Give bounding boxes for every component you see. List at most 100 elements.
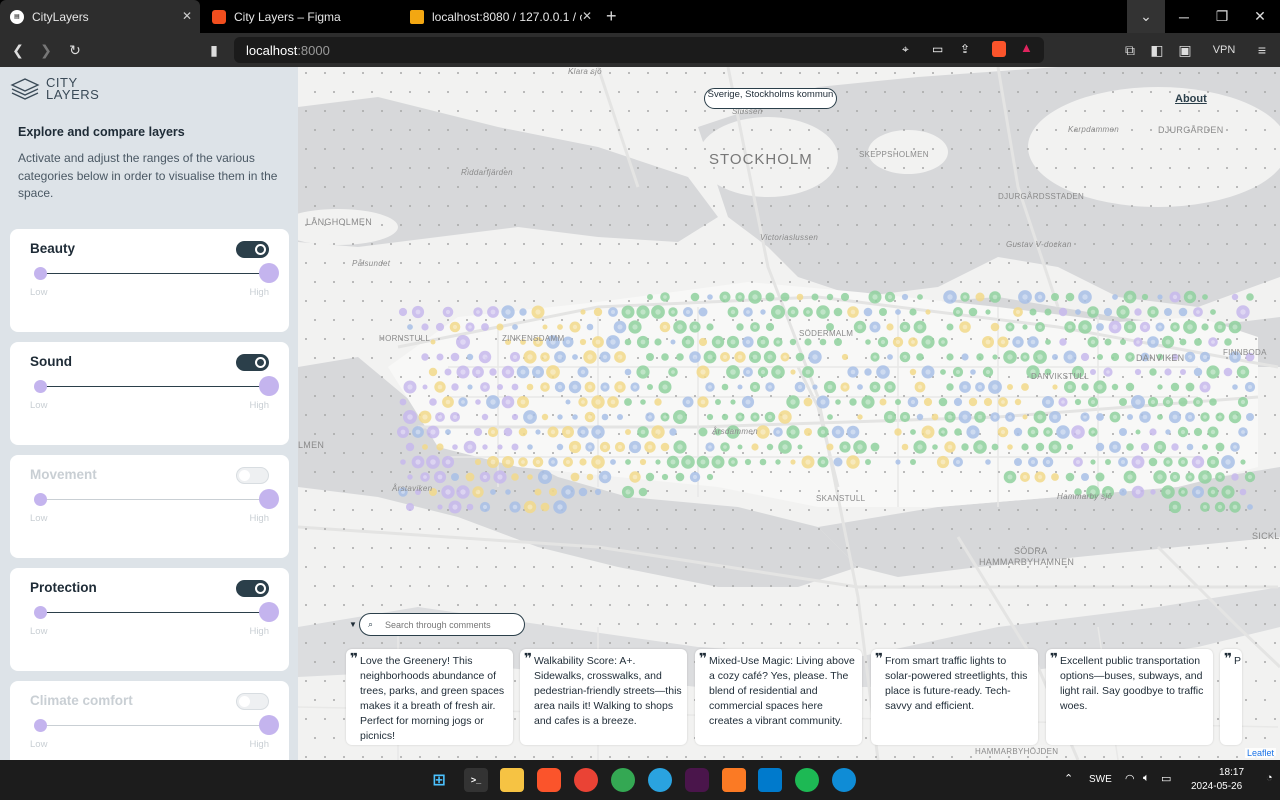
clock-date[interactable]: 2024-05-26	[1191, 781, 1242, 792]
grid-dot	[599, 167, 601, 169]
grid-dot	[827, 547, 829, 549]
leaflet-attribution-link[interactable]: Leaflet	[1244, 748, 1276, 758]
grid-dot	[837, 490, 839, 492]
comment-card[interactable]: ❞ Mixed-Use Magic: Living above a cozy c…	[695, 649, 862, 745]
map-view[interactable]: Klara sjö STOCKHOLM SKEPPSHOLMEN DJURGÅR…	[298, 67, 1280, 760]
wallet-icon[interactable]: ▣	[1173, 33, 1197, 67]
tab-phpmyadmin[interactable]: localhost:8080 / 127.0.0.1 / citylayer ✕	[400, 0, 600, 33]
range-slider[interactable]	[34, 263, 279, 283]
xampp-icon[interactable]	[722, 768, 746, 792]
back-icon[interactable]: ❮	[6, 33, 30, 67]
layer-name: Movement	[30, 467, 97, 482]
range-slider[interactable]	[34, 715, 279, 735]
grid-dot	[960, 395, 962, 397]
grid-dot	[305, 186, 307, 188]
brave-browser-icon[interactable]	[537, 768, 561, 792]
tab-search-chevron-icon[interactable]: ⌄	[1127, 0, 1165, 33]
new-tab-button[interactable]: +	[606, 6, 617, 27]
volume-icon[interactable]: 🔈︎	[1143, 772, 1150, 785]
comment-card[interactable]: ❞ Excellent public transportation option…	[1046, 649, 1213, 745]
range-low-handle[interactable]	[34, 267, 47, 280]
notifications-icon[interactable]: ◔	[1266, 772, 1273, 784]
grid-dot	[1217, 72, 1219, 74]
minimize-button[interactable]: ─	[1165, 0, 1203, 33]
range-low-handle[interactable]	[34, 606, 47, 619]
battery-icon[interactable]: ▭	[1161, 772, 1171, 785]
windows-start-icon[interactable]: ⊞	[427, 768, 451, 792]
menu-icon[interactable]: ≡	[1250, 33, 1274, 67]
brave-rewards-icon[interactable]: ▲	[1020, 40, 1033, 55]
grid-dot	[533, 756, 535, 758]
range-high-handle[interactable]	[259, 263, 279, 283]
location-pin-icon[interactable]: ⌖	[902, 42, 909, 57]
forward-icon[interactable]: ❯	[34, 33, 58, 67]
reload-icon[interactable]: ↻	[63, 33, 87, 67]
layer-toggle[interactable]	[236, 467, 269, 484]
range-high-handle[interactable]	[259, 602, 279, 622]
layer-data-dot	[765, 292, 775, 302]
chevron-up-icon[interactable]: ⌃	[1064, 772, 1073, 785]
terminal-icon[interactable]: >_	[464, 768, 488, 792]
telegram-icon[interactable]	[648, 768, 672, 792]
grid-dot	[1160, 148, 1162, 150]
range-high-handle[interactable]	[259, 376, 279, 396]
layer-toggle[interactable]	[236, 354, 269, 371]
comment-card[interactable]: ❞ P	[1220, 649, 1242, 745]
tab-figma[interactable]: City Layers – Figma	[202, 0, 398, 33]
range-low-handle[interactable]	[34, 719, 47, 732]
comment-card[interactable]: ❞ From smart traffic lights to solar-pow…	[871, 649, 1038, 745]
collapse-comments-icon[interactable]: ▼	[349, 620, 357, 629]
layer-toggle[interactable]	[236, 693, 269, 710]
clock-time[interactable]: 18:17	[1219, 767, 1244, 778]
close-window-button[interactable]: ✕	[1241, 0, 1279, 33]
grid-dot	[884, 509, 886, 511]
grid-dot	[1122, 72, 1124, 74]
extensions-icon[interactable]: ⧉	[1118, 33, 1142, 67]
edge-icon[interactable]	[832, 768, 856, 792]
close-tab-icon[interactable]: ✕	[582, 9, 592, 23]
wifi-icon[interactable]: ◠	[1125, 772, 1135, 785]
grid-dot	[1084, 452, 1086, 454]
range-high-handle[interactable]	[259, 715, 279, 735]
sidebar-toggle-icon[interactable]: ◧	[1145, 33, 1169, 67]
grid-dot	[1255, 376, 1257, 378]
range-low-handle[interactable]	[34, 380, 47, 393]
tab-citylayers[interactable]: ▤ CityLayers ✕	[0, 0, 200, 33]
close-tab-icon[interactable]: ✕	[182, 9, 192, 23]
share-icon[interactable]: ⇪	[960, 42, 970, 56]
slack-icon[interactable]	[685, 768, 709, 792]
range-low-handle[interactable]	[34, 493, 47, 506]
language-indicator[interactable]: SWE	[1089, 774, 1112, 785]
range-slider[interactable]	[34, 602, 279, 622]
range-slider[interactable]	[34, 376, 279, 396]
brave-shields-icon[interactable]	[992, 41, 1006, 57]
range-high-handle[interactable]	[259, 489, 279, 509]
layer-data-dot	[601, 413, 609, 421]
maximize-button[interactable]: ❐	[1203, 0, 1241, 33]
comment-card[interactable]: ❞ Walkability Score: A+. Sidewalks, cros…	[520, 649, 687, 745]
cast-icon[interactable]: ▭	[932, 42, 943, 56]
chrome-icon[interactable]	[611, 768, 635, 792]
grid-dot	[770, 623, 772, 625]
layer-toggle[interactable]	[236, 241, 269, 258]
grid-dot	[694, 129, 696, 131]
grid-dot	[1198, 186, 1200, 188]
comment-card[interactable]: ❞ Love the Greenery! This neighborhoods …	[346, 649, 513, 745]
spotify-icon[interactable]	[795, 768, 819, 792]
address-bar[interactable]: localhost:8000 ⌖ ▭ ⇪ ▲	[234, 37, 1044, 63]
chrome-dev-icon[interactable]	[574, 768, 598, 792]
grid-dot	[1226, 205, 1228, 207]
grid-dot	[371, 319, 373, 321]
layer-data-dot	[422, 444, 428, 450]
layer-toggle[interactable]	[236, 580, 269, 597]
vpn-button[interactable]: VPN	[1206, 33, 1242, 67]
location-pill[interactable]: Sverige, Stockholms kommun	[704, 88, 837, 109]
bookmark-icon[interactable]: ▮	[202, 33, 226, 67]
comment-search-input[interactable]: ⌕ Search through comments	[359, 613, 525, 636]
about-link[interactable]: About	[1175, 93, 1207, 105]
range-slider[interactable]	[34, 489, 279, 509]
city-layers-logo[interactable]: CITY LAYERS	[10, 76, 99, 101]
vscode-icon[interactable]	[758, 768, 782, 792]
grid-dot	[789, 243, 791, 245]
file-explorer-icon[interactable]	[500, 768, 524, 792]
